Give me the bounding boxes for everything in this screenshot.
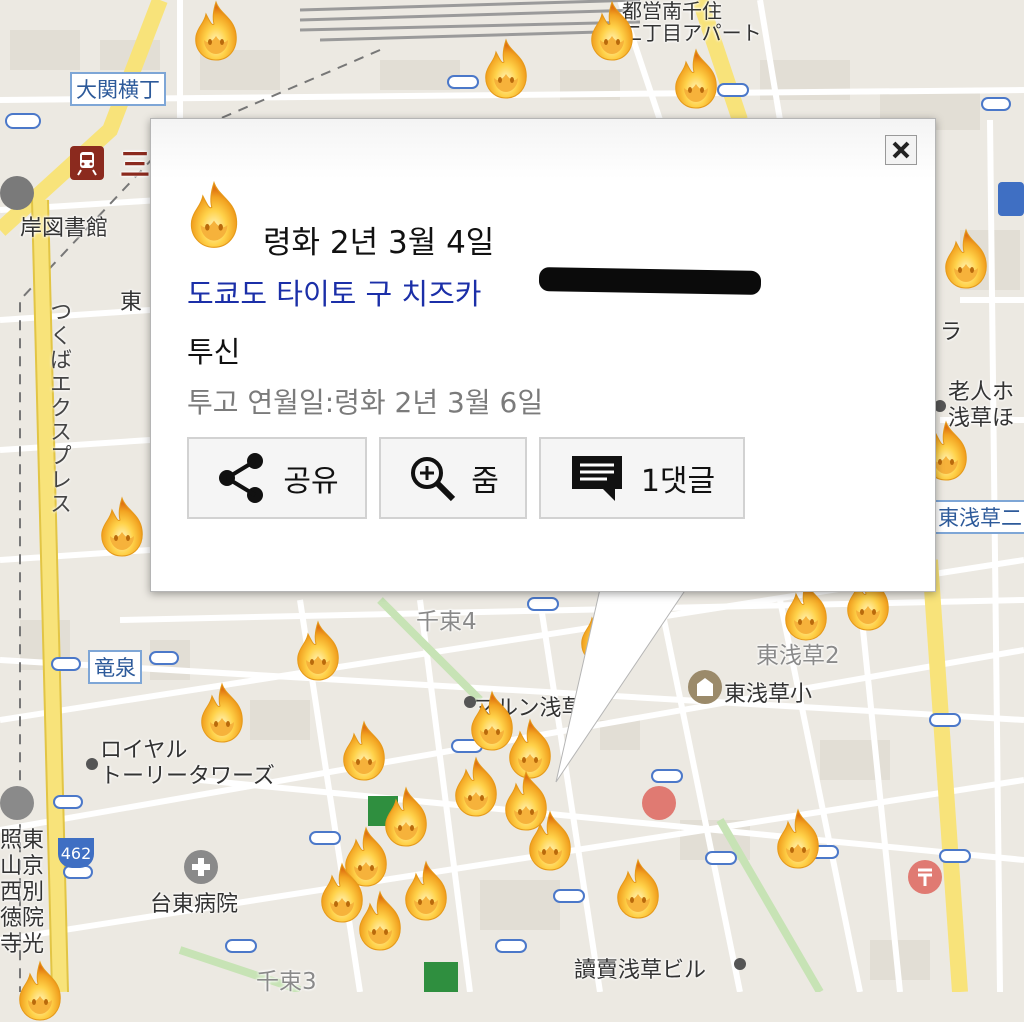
fire-icon[interactable]: [338, 720, 390, 782]
school-label[interactable]: 東浅草小: [724, 676, 812, 708]
posted-date: 투고 연월일:령화 2년 3월 6일: [187, 386, 544, 419]
comments-button[interactable]: 1댓글: [539, 437, 745, 519]
apartment-label[interactable]: 都営南千住 二丁目アパート: [622, 0, 762, 44]
post-office-icon[interactable]: [908, 860, 942, 894]
school-icon[interactable]: [688, 670, 722, 704]
zoom-button[interactable]: 줌: [379, 437, 527, 519]
fire-icon[interactable]: [612, 858, 664, 920]
area-label-higashi-left: 東: [120, 290, 143, 315]
building-label-yomiuri[interactable]: 讀賣浅草ビル: [574, 952, 706, 984]
fire-icon[interactable]: [524, 810, 576, 872]
area-label-senzoku4: 千束4: [416, 609, 477, 635]
fire-icon[interactable]: [940, 228, 992, 290]
fire-icon: [185, 175, 243, 255]
incident-date: 령화 2년 3월 4일: [263, 225, 495, 261]
fire-icon[interactable]: [586, 0, 638, 62]
hospital-icon[interactable]: [184, 850, 218, 884]
library-icon[interactable]: [0, 176, 34, 210]
redaction-mark: [538, 267, 762, 295]
comments-label: 1댓글: [640, 464, 716, 499]
fire-icon[interactable]: [190, 0, 242, 62]
place-label-ra: ラ: [940, 320, 963, 345]
zoom-label: 줌: [471, 464, 499, 499]
building-label-royal-tower[interactable]: ロイヤル トーリータワーズ: [100, 738, 275, 790]
fire-icon[interactable]: [400, 860, 452, 922]
fire-icon[interactable]: [450, 756, 502, 818]
close-button[interactable]: [885, 135, 917, 165]
incident-address-link[interactable]: 도쿄도 타이토 구 치즈카: [187, 271, 481, 313]
share-label: 공유: [283, 464, 339, 499]
location-dot-icon: [734, 958, 746, 970]
fire-icon[interactable]: [576, 604, 628, 666]
share-icon: [219, 453, 264, 503]
fire-icon[interactable]: [196, 682, 248, 744]
route-shield-462: 462: [58, 838, 94, 868]
fire-icon[interactable]: [480, 38, 532, 100]
convenience-store-icon[interactable]: [424, 962, 458, 992]
close-icon: [892, 141, 910, 159]
railway-label-tsukuba: つくばエクスプレス: [46, 300, 71, 516]
train-icon[interactable]: [70, 146, 104, 180]
fire-icon[interactable]: [670, 48, 722, 110]
station-label-partial: 三: [120, 148, 150, 183]
fire-icon[interactable]: [772, 808, 824, 870]
area-label-ryusen[interactable]: 竜泉: [88, 650, 142, 684]
incident-type: 투신: [187, 335, 241, 369]
fire-icon[interactable]: [292, 620, 344, 682]
share-button[interactable]: 공유: [187, 437, 367, 519]
fire-icon[interactable]: [14, 960, 66, 1022]
area-label-higashi-asakusa-right[interactable]: 東浅草二: [932, 500, 1024, 534]
zoom-in-icon: [411, 457, 456, 502]
temple-icon[interactable]: [0, 786, 34, 820]
library-label[interactable]: 岸図書館: [20, 210, 108, 242]
fire-icon[interactable]: [354, 890, 406, 952]
location-dot-icon: [86, 758, 98, 770]
area-label-senzoku3: 千束3: [256, 969, 317, 995]
hospital-label[interactable]: 台東病院: [150, 886, 238, 918]
temple-label[interactable]: 照東 山京 西別 徳院 寺光: [0, 828, 44, 958]
station-label-oozeki-yokocho[interactable]: 大関横丁: [70, 72, 166, 106]
info-window: 령화 2년 3월 4일 도쿄도 타이토 구 치즈카 투신 투고 연월일:령화 2…: [150, 118, 936, 592]
restaurant-icon[interactable]: [642, 786, 676, 820]
info-window-header: [151, 119, 935, 179]
comment-icon: [571, 456, 622, 501]
fire-icon[interactable]: [96, 496, 148, 558]
police-box-icon[interactable]: [998, 182, 1024, 216]
